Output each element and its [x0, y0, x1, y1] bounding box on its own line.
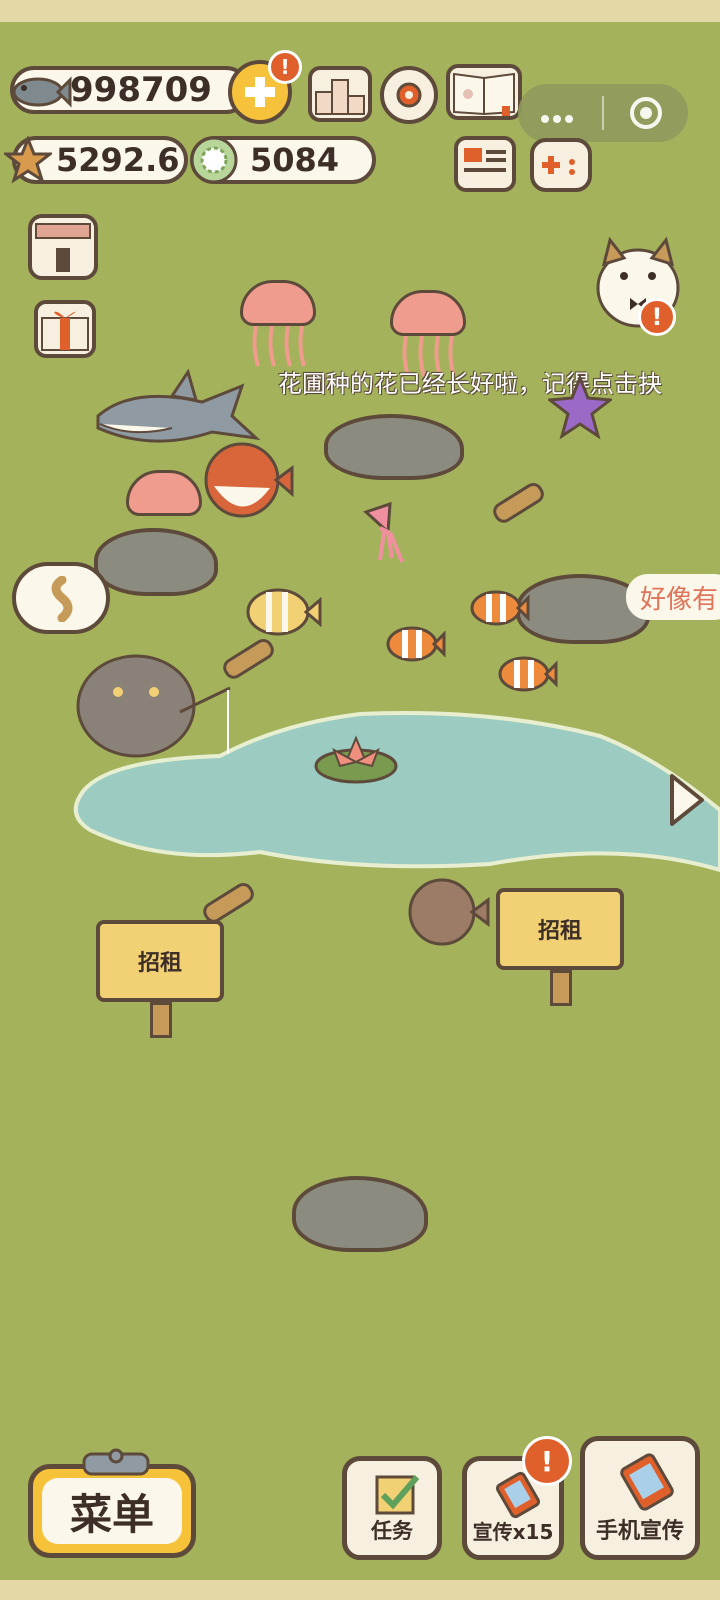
hint-bubble[interactable]: 好像有	[626, 574, 720, 620]
gear-icon	[396, 82, 422, 108]
log-1	[493, 482, 544, 523]
phone-promo-icon	[620, 1453, 674, 1511]
gift-button[interactable]	[34, 300, 96, 358]
brown-pufferfish	[408, 878, 490, 946]
shell-currency-value: 5084	[250, 141, 340, 179]
gamepad-icon	[542, 156, 575, 175]
tasks-label: 任务	[371, 1519, 413, 1543]
shop-icon	[35, 223, 91, 272]
shop-button[interactable]	[28, 214, 98, 280]
starfish-icon	[4, 136, 52, 184]
tasks-button[interactable]: 任务	[342, 1456, 442, 1560]
rent-sign-left[interactable]: 招租	[96, 920, 224, 1038]
settings-button[interactable]	[380, 66, 438, 124]
checklist-icon	[375, 1475, 420, 1515]
cat-alert-badge: !	[638, 298, 676, 336]
jellyfish-3	[126, 470, 202, 516]
menu-label: 菜单	[42, 1478, 182, 1544]
menu-button[interactable]: 菜单	[28, 1464, 196, 1558]
butterflyfish	[246, 588, 322, 636]
more-icon[interactable]	[540, 109, 573, 123]
minigame-button[interactable]	[530, 138, 592, 192]
gift-icon	[41, 311, 89, 351]
fish-icon	[12, 76, 72, 108]
next-area-button[interactable]	[664, 772, 708, 826]
add-currency-alert-badge: !	[268, 50, 302, 84]
bottom-strip	[0, 1580, 720, 1600]
top-strip	[0, 0, 720, 22]
close-target-icon[interactable]	[630, 97, 662, 129]
fish-currency-value: 998709	[70, 70, 212, 110]
newspaper-icon	[464, 148, 506, 172]
clownfish-2	[470, 590, 530, 626]
plus-icon	[245, 77, 275, 107]
rent-sign-left-label: 招租	[96, 920, 224, 1002]
promo-alert-badge: !	[522, 1436, 572, 1486]
capsule-divider	[602, 96, 604, 130]
clownfish-3	[498, 656, 558, 692]
phone-promo-label: 手机宣传	[595, 1519, 684, 1544]
paw-book-icon	[453, 72, 515, 116]
newspaper-button[interactable]	[454, 136, 516, 192]
starfish-currency-value: 5292.6	[56, 141, 180, 179]
clownfish-1	[386, 626, 446, 662]
clipboard-clip-icon	[82, 1448, 150, 1476]
pufferfish	[204, 442, 294, 518]
paw-book-button[interactable]	[446, 64, 522, 120]
purple-starfish	[548, 376, 612, 440]
podium-icon	[315, 79, 365, 115]
cat-request-bubble[interactable]	[12, 562, 110, 634]
promo-label: 宣传x15	[472, 1520, 554, 1544]
lotus-flower	[314, 735, 398, 784]
miniprogram-capsule	[518, 84, 688, 142]
hint-bubble-text: 好像有	[640, 584, 719, 615]
phone-promo-button[interactable]: 手机宣传	[580, 1436, 700, 1560]
worm-icon	[51, 576, 73, 622]
shell-icon	[190, 136, 238, 184]
ranking-button[interactable]	[308, 66, 372, 122]
rent-sign-right[interactable]: 招租	[496, 888, 624, 1006]
rock-2	[94, 528, 218, 596]
chevron-right-icon	[670, 774, 704, 826]
rock-4	[292, 1176, 428, 1252]
manul-cat-fishing[interactable]	[70, 634, 250, 768]
squid	[363, 502, 404, 563]
rent-sign-right-label: 招租	[496, 888, 624, 970]
rock-1	[324, 414, 464, 480]
jellyfish-1	[240, 280, 316, 372]
